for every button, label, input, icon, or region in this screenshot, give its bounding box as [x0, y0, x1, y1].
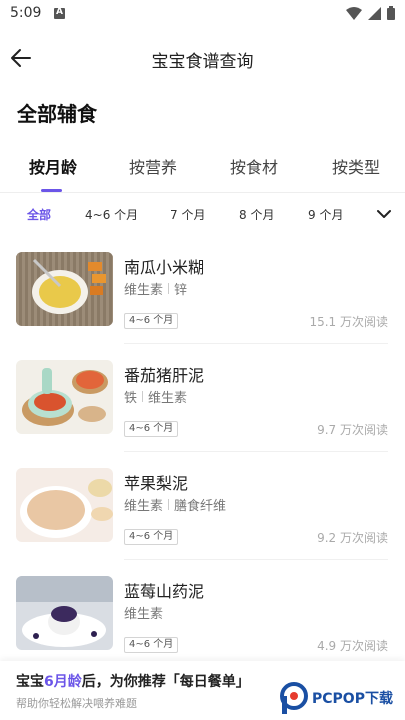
- nutrition-tag: 维生素: [124, 607, 164, 622]
- age-badge: 4~6 个月: [124, 421, 179, 437]
- nutrition-tag: 铁: [124, 391, 138, 406]
- tab-by-nutrition[interactable]: 按营养: [129, 154, 177, 178]
- banner-highlight: 6月龄: [44, 674, 82, 690]
- read-count: 9.2 万次阅读: [317, 531, 388, 545]
- app-bar: 宝宝食谱查询: [0, 36, 405, 80]
- read-count: 9.7 万次阅读: [317, 423, 388, 437]
- banner-subtitle: 帮助你轻松解决喂养难题: [16, 697, 137, 710]
- tabs-divider: [0, 192, 405, 193]
- status-bar: 5:09: [0, 0, 405, 28]
- age-badge: 4~6 个月: [124, 313, 179, 329]
- recipe-tags: 铁 维生素: [124, 387, 187, 406]
- nutrition-tag: 膳食纤维: [174, 499, 227, 514]
- recipe-tags: 维生素: [124, 603, 163, 622]
- recipe-tags: 维生素 锌: [124, 279, 187, 298]
- age-filter-bar: 全部 4~6 个月 7 个月 8 个月 9 个月: [0, 200, 405, 228]
- chevron-down-icon[interactable]: [376, 207, 392, 221]
- wifi-icon: [346, 6, 362, 20]
- age-chip-8-months[interactable]: 8 个月: [239, 206, 274, 223]
- tab-by-type[interactable]: 按类型: [332, 154, 380, 178]
- age-badge: 4~6 个月: [124, 529, 179, 545]
- nutrition-tag: 维生素: [148, 391, 188, 406]
- tag-separator: [168, 283, 170, 294]
- recipe-image-tomato-liver-puree: [16, 360, 113, 434]
- page-title: 宝宝食谱查询: [151, 52, 254, 72]
- nutrition-tag: 维生素: [124, 499, 164, 514]
- recipe-image-pumpkin-porridge: [16, 252, 113, 326]
- age-chip-4-6-months[interactable]: 4~6 个月: [85, 206, 138, 223]
- recipe-card[interactable]: 蓝莓山药泥 维生素 4~6 个月 4.9 万次阅读: [0, 560, 405, 668]
- section-title: 全部辅食: [17, 102, 97, 126]
- age-chip-all[interactable]: 全部: [27, 206, 51, 223]
- age-chip-9-months[interactable]: 9 个月: [308, 206, 343, 223]
- age-badge: 4~6 个月: [124, 637, 179, 653]
- battery-icon: [387, 6, 395, 20]
- tag-separator: [168, 499, 170, 510]
- banner-title: 宝宝6月龄后，为你推荐「每日餐单」: [16, 671, 250, 691]
- nutrition-tag: 锌: [174, 283, 188, 298]
- category-tabs: 按月龄 按营养 按食材 按类型: [0, 148, 405, 192]
- recipe-name: 番茄猪肝泥: [124, 366, 205, 385]
- tab-by-age[interactable]: 按月龄: [29, 154, 77, 178]
- status-time: 5:09: [10, 5, 42, 21]
- recipe-name: 苹果梨泥: [124, 474, 189, 493]
- pcpop-logo-icon: [280, 682, 308, 714]
- recipe-image-blueberry-yam-puree: [16, 576, 113, 650]
- nutrition-tag: 维生素: [124, 283, 164, 298]
- recipe-name: 蓝莓山药泥: [124, 582, 205, 601]
- banner-suffix: 后，为你推荐「每日餐单」: [81, 674, 250, 690]
- read-count: 4.9 万次阅读: [317, 639, 388, 653]
- tag-separator: [142, 391, 144, 402]
- read-count: 15.1 万次阅读: [309, 315, 388, 329]
- watermark: PCPOP下载: [280, 682, 405, 718]
- status-icons: [346, 6, 395, 20]
- watermark-text: PCPOP下载: [312, 691, 393, 707]
- recipe-tags: 维生素 膳食纤维: [124, 495, 226, 514]
- recipe-card[interactable]: 南瓜小米糊 维生素 锌 4~6 个月 15.1 万次阅读: [0, 236, 405, 344]
- age-chip-7-months[interactable]: 7 个月: [170, 206, 205, 223]
- recipe-card[interactable]: 番茄猪肝泥 铁 维生素 4~6 个月 9.7 万次阅读: [0, 344, 405, 452]
- recipe-card[interactable]: 苹果梨泥 维生素 膳食纤维 4~6 个月 9.2 万次阅读: [0, 452, 405, 560]
- recipe-image-apple-pear-puree: [16, 468, 113, 542]
- cell-signal-icon: [368, 6, 381, 20]
- banner-prefix: 宝宝: [16, 674, 44, 690]
- tab-by-ingredient[interactable]: 按食材: [230, 154, 278, 178]
- recipe-name: 南瓜小米糊: [124, 258, 205, 277]
- app-notification-icon: [54, 7, 65, 19]
